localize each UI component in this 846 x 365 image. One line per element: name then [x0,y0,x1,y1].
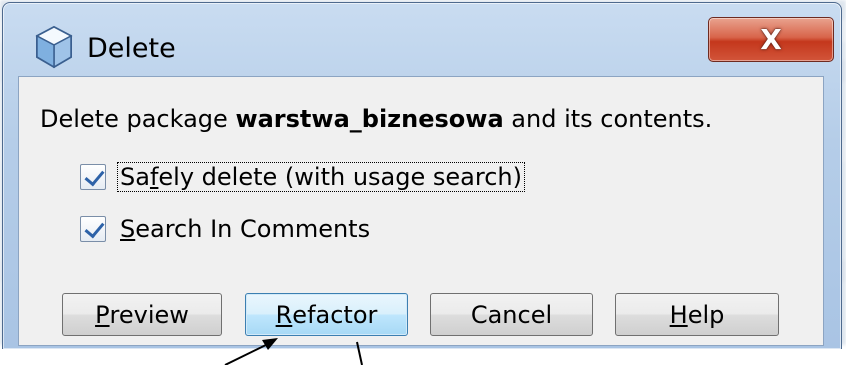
cancel-button[interactable]: Cancel [430,293,593,336]
delete-message: Delete package warstwa_biznesowa and its… [40,105,712,133]
close-button[interactable]: X [708,17,834,62]
help-button[interactable]: Help [615,293,779,336]
button-label: Cancel [470,300,553,329]
screen: Delete X Delete package warstwa_biznesow… [0,0,846,365]
mnemonic-letter: R [275,300,293,329]
mnemonic-letter: H [669,300,688,329]
search-in-comments-checkbox[interactable] [80,216,106,242]
safely-delete-option[interactable]: Safely delete (with usage search) [80,162,525,192]
preview-button[interactable]: Preview [62,293,222,336]
mnemonic-letter: P [95,300,110,329]
label-part: Sa [120,163,150,191]
safely-delete-label[interactable]: Safely delete (with usage search) [117,162,525,192]
button-label: efactor [292,300,378,329]
package-name: warstwa_biznesowa [235,105,504,133]
label-part: ely delete (with usage search) [158,163,522,191]
button-label: elp [687,300,725,329]
close-icon: X [760,23,782,56]
message-suffix: and its contents. [503,105,713,133]
label-part: earch In Comments [135,215,371,243]
search-in-comments-option[interactable]: Search In Comments [80,215,372,243]
message-prefix: Delete package [40,105,236,133]
safely-delete-checkbox[interactable] [80,164,106,190]
mnemonic-letter: S [120,215,136,243]
search-in-comments-label[interactable]: Search In Comments [118,215,372,243]
cube-icon [35,25,73,69]
button-label: review [109,300,189,329]
refactor-button[interactable]: Refactor [245,293,408,336]
page-margin [0,349,846,365]
title-bar[interactable]: Delete X [3,3,841,77]
window-title: Delete [87,33,176,64]
